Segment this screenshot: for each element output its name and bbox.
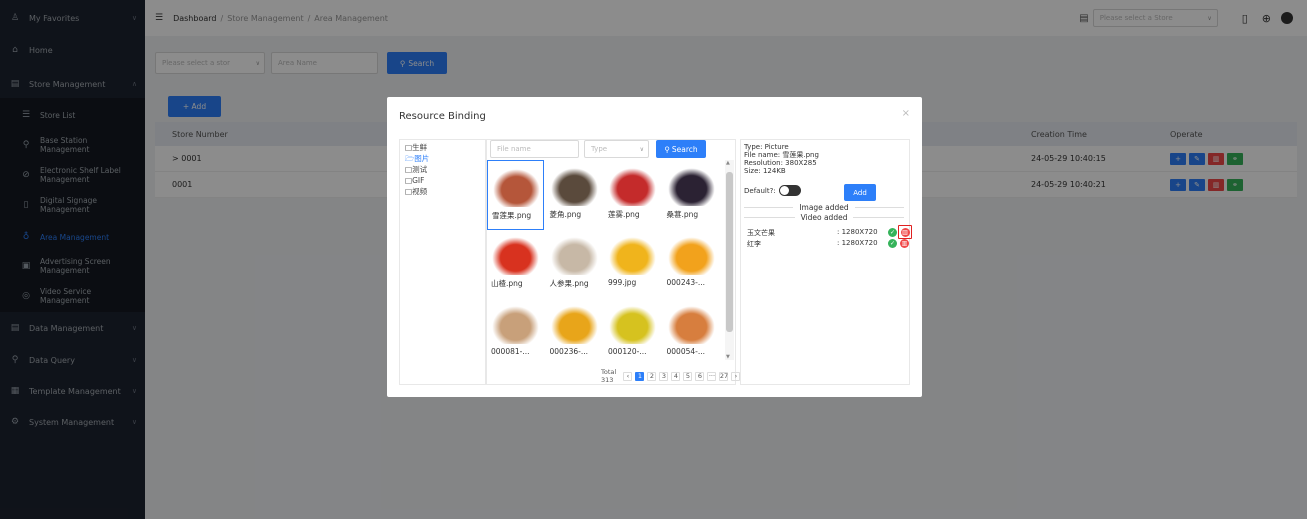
fruit-image: [550, 306, 598, 344]
prev-page-icon[interactable]: ‹: [623, 371, 633, 381]
type-placeholder: Type: [591, 145, 608, 153]
file-thumbnail[interactable]: 000120-...: [604, 298, 661, 368]
check-icon[interactable]: ✓: [888, 239, 897, 248]
check-icon[interactable]: ✓: [888, 228, 897, 237]
file-name-label: 山楂.png: [491, 279, 523, 288]
file-name-label: 000120-...: [608, 347, 647, 356]
fruit-image: [667, 168, 715, 206]
search-icon: ⚲: [664, 144, 670, 154]
delete-icon[interactable]: ▥: [900, 227, 910, 237]
scroll-up-icon[interactable]: ▲: [726, 160, 730, 166]
image-added-divider: Image added: [744, 203, 904, 212]
info-size: Size: 124KB: [744, 167, 786, 175]
scroll-down-icon[interactable]: ▼: [726, 354, 730, 360]
info-filename: File name: 雪莲果.png: [744, 151, 819, 159]
file-search-label: Search: [671, 144, 698, 154]
file-panel: File name Type ∨ ⚲ Search 雪莲果.png 菱角.png 莲…: [486, 139, 741, 385]
category-item[interactable]: □GIF: [405, 175, 485, 186]
bound-resource-resolution: : 1280X720: [837, 239, 878, 247]
category-item[interactable]: □生鲜: [405, 142, 485, 153]
file-name-label: 000054-...: [666, 347, 706, 356]
file-thumbnail[interactable]: 000081-...: [487, 298, 544, 368]
add-resource-button[interactable]: Add: [844, 184, 876, 201]
file-thumbnail[interactable]: 莲雾.png: [604, 160, 661, 230]
file-name-placeholder: File name: [497, 145, 531, 153]
fruit-image: [493, 169, 540, 207]
default-label: Default?:: [744, 186, 776, 195]
bound-resource-name: 红李: [747, 240, 761, 248]
file-thumbnail[interactable]: 999.jpg: [604, 229, 661, 299]
file-name-label: 人参果.png: [549, 279, 589, 288]
page-ellipsis[interactable]: ···: [707, 371, 717, 381]
file-name-label: 000236-...: [549, 347, 589, 356]
file-name-label: 雪莲果.png: [492, 211, 532, 220]
add-resource-label: Add: [853, 188, 867, 197]
file-name-label: 菱角.png: [549, 210, 582, 219]
file-name-label: 莲雾.png: [608, 210, 640, 219]
page-button[interactable]: 3: [659, 371, 669, 381]
pagination: Total 313 ‹ 1 2 3 4 5 6 ··· 27 ›: [601, 368, 741, 384]
file-thumbnail[interactable]: 人参果.png: [546, 229, 603, 299]
close-icon[interactable]: ×: [902, 108, 910, 119]
type-select[interactable]: Type ∨: [584, 140, 649, 158]
category-item[interactable]: □测试: [405, 164, 485, 175]
page-button[interactable]: 4: [671, 371, 681, 381]
fruit-image: [667, 237, 715, 275]
page-button[interactable]: 5: [683, 371, 693, 381]
bound-resource-row: 红李 : 1280X720 ✓ ▥: [747, 239, 909, 249]
pagination-total: Total 313: [601, 368, 617, 384]
scrollbar-thumb[interactable]: [726, 172, 733, 332]
category-item[interactable]: 🗁图片: [405, 153, 485, 164]
resource-info: Type: Picture File name: 雪莲果.png Resolut…: [744, 143, 819, 175]
file-name-label: 999.jpg: [608, 278, 637, 287]
chevron-down-icon: ∨: [639, 145, 644, 153]
fruit-image: [609, 237, 656, 275]
file-thumbnail[interactable]: 雪莲果.png: [487, 160, 544, 230]
image-added-label: Image added: [799, 203, 849, 212]
fruit-image: [609, 306, 656, 344]
info-type: Type: Picture: [744, 143, 789, 151]
page-button[interactable]: 2: [647, 371, 657, 381]
category-item[interactable]: □视频: [405, 186, 485, 197]
fruit-image: [492, 306, 539, 344]
video-added-label: Video added: [800, 213, 848, 222]
fruit-image: [609, 168, 656, 206]
bound-resource-row: 玉文芒果 : 1280X720 ✓ ▥: [747, 225, 912, 239]
delete-highlight-box: ▥: [898, 225, 912, 239]
file-name-label: 桑葚.png: [666, 210, 699, 219]
resource-info-panel: Type: Picture File name: 雪莲果.png Resolut…: [740, 139, 912, 385]
file-name-input[interactable]: File name: [490, 140, 579, 158]
fruit-image: [667, 306, 715, 344]
modal-title: Resource Binding: [399, 111, 486, 122]
info-resolution: Resolution: 380X285: [744, 159, 817, 167]
fruit-image: [492, 237, 539, 275]
file-name-label: 000081-...: [491, 347, 530, 356]
default-toggle[interactable]: [778, 185, 801, 196]
default-row: Default?:: [744, 185, 801, 196]
file-thumbnail[interactable]: 000236-...: [546, 298, 603, 368]
delete-icon[interactable]: ▥: [900, 239, 909, 248]
file-grid-scrollbar[interactable]: ▲ ▼: [725, 160, 734, 360]
page-button[interactable]: 6: [695, 371, 705, 381]
resource-binding-modal: Resource Binding × □生鲜 🗁图片 □测试 □GIF □视频 …: [387, 97, 922, 397]
file-thumbnail[interactable]: 桑葚.png: [663, 160, 720, 230]
file-name-label: 000243-...: [666, 278, 706, 287]
category-panel: □生鲜 🗁图片 □测试 □GIF □视频: [399, 139, 486, 385]
file-search-button[interactable]: ⚲ Search: [656, 140, 706, 158]
file-thumbnail[interactable]: 菱角.png: [546, 160, 603, 230]
page-button[interactable]: 1: [635, 371, 645, 381]
file-thumbnail[interactable]: 000243-...: [663, 229, 720, 299]
fruit-image: [550, 237, 598, 275]
file-thumbnail[interactable]: 山楂.png: [487, 229, 544, 299]
bound-resource-resolution: : 1280X720: [837, 228, 878, 236]
video-added-divider: Video added: [744, 213, 904, 222]
fruit-image: [550, 168, 598, 206]
page-button[interactable]: 27: [719, 371, 729, 381]
bound-resource-name: 玉文芒果: [747, 229, 775, 237]
file-thumbnail[interactable]: 000054-...: [663, 298, 720, 368]
